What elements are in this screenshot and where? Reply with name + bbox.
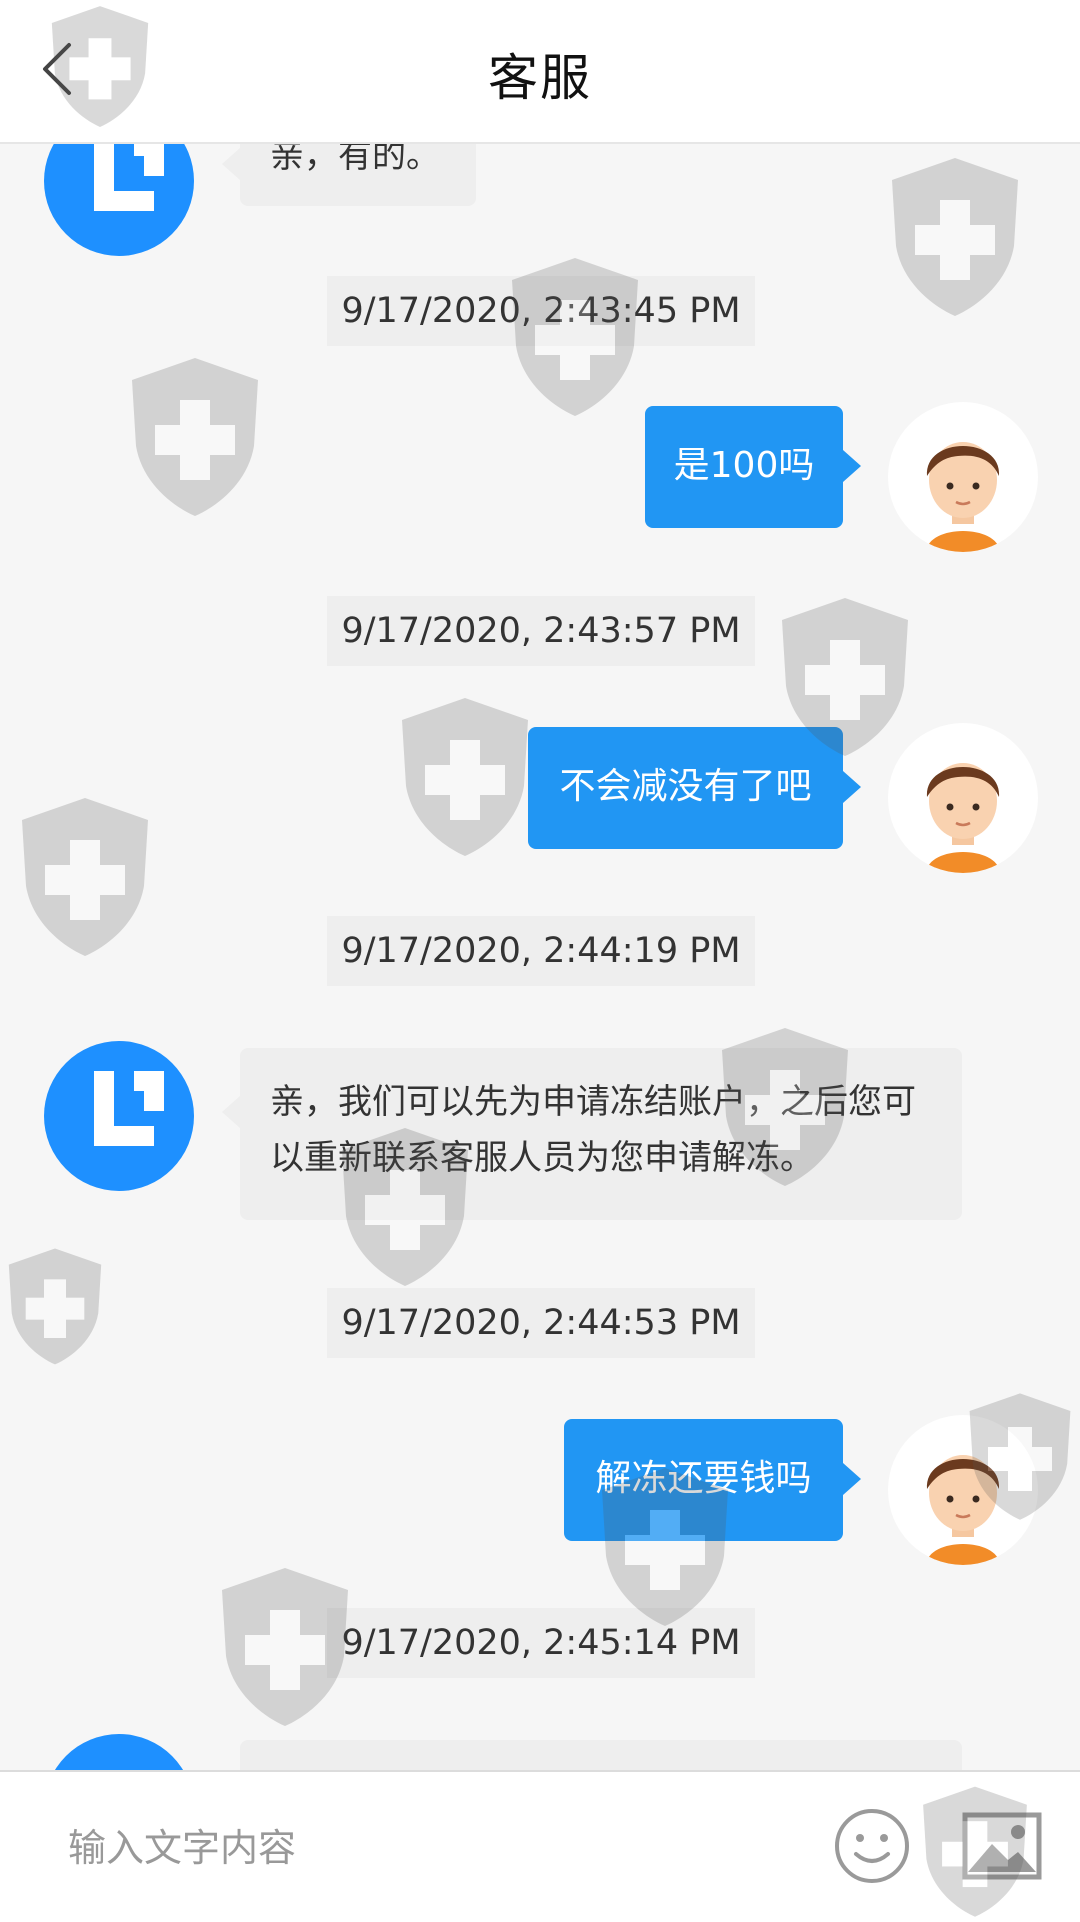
emoji-button[interactable] [834, 1808, 910, 1884]
agent-logo-icon [94, 144, 164, 211]
image-icon [962, 1812, 1042, 1880]
message-input[interactable] [66, 1812, 770, 1884]
timestamp: 9/17/2020, 2:43:57 PM [327, 596, 755, 666]
timestamp: 9/17/2020, 2:43:45 PM [327, 276, 755, 346]
message-bubble-user: 不会减没有了吧 [528, 727, 861, 849]
message-bubble-agent: 亲，有的。 [222, 144, 476, 206]
message-text: 亲，有的。 [270, 144, 440, 176]
input-bar [0, 1770, 1080, 1922]
user-avatar [888, 723, 1038, 873]
boy-avatar-icon [926, 763, 1000, 873]
message-text: 是100吗 [673, 445, 815, 486]
page-title: 客服 [488, 49, 592, 107]
boy-avatar-icon [926, 1455, 1000, 1565]
timestamp: 9/17/2020, 2:44:19 PM [327, 916, 755, 986]
message-text: 不会减没有了吧 [559, 766, 812, 807]
user-avatar [888, 402, 1038, 552]
message-bubble-agent [240, 1740, 962, 1770]
message-bubble-agent: 亲，我们可以先为申请冻结账户，之后您可以重新联系客服人员为您申请解冻。 [222, 1048, 962, 1220]
agent-avatar [44, 1734, 194, 1770]
message-bubble-user: 是100吗 [645, 406, 861, 528]
boy-avatar-icon [926, 442, 1000, 552]
message-bubble-user: 解冻还要钱吗 [564, 1419, 861, 1541]
user-avatar [888, 1415, 1038, 1565]
timestamp: 9/17/2020, 2:45:14 PM [327, 1608, 755, 1678]
agent-avatar [44, 1041, 194, 1191]
agent-avatar [44, 144, 194, 256]
smiley-icon [835, 1809, 909, 1883]
message-text: 解冻还要钱吗 [595, 1458, 812, 1499]
timestamp: 9/17/2020, 2:44:53 PM [327, 1288, 755, 1358]
message-text: 亲，我们可以先为申请冻结账户，之后您可以重新联系客服人员为您申请解冻。 [270, 1082, 916, 1178]
top-bar: 客服 [0, 0, 1080, 144]
agent-logo-icon [94, 1071, 164, 1146]
chat-area[interactable]: 亲，有的。 9/17/2020, 2:43:45 PM 是100吗 9/17/2… [0, 144, 1080, 1770]
image-button[interactable] [962, 1812, 1042, 1880]
